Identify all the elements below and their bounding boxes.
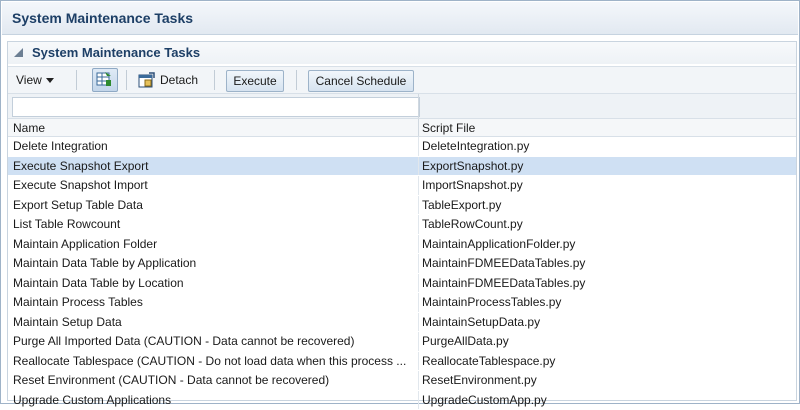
freeze-columns-icon [96,71,112,87]
view-menu-label: View [16,73,42,87]
task-name-cell: Reset Environment (CAUTION - Data cannot… [13,373,413,387]
tasks-panel: System Maintenance Tasks View [7,41,797,401]
column-divider [418,196,419,215]
task-name-cell: Maintain Setup Data [13,315,413,329]
toolbar-divider [126,70,127,90]
task-name-cell: Reallocate Tablespace (CAUTION - Do not … [13,354,413,368]
task-name-cell: Maintain Data Table by Application [13,256,413,270]
table-row[interactable]: Reallocate Tablespace (CAUTION - Do not … [8,352,796,372]
title-bar: System Maintenance Tasks [2,2,798,35]
freeze-columns-button[interactable] [92,68,118,92]
column-divider [418,215,419,234]
column-divider [418,157,419,176]
table-body: Delete Integration DeleteIntegration.py Ex… [8,137,796,410]
column-header-script-file[interactable]: Script File [422,121,475,135]
filter-row [8,94,796,119]
column-divider [418,371,419,390]
table-row[interactable]: Delete Integration DeleteIntegration.py [8,137,796,157]
task-name-cell: Maintain Process Tables [13,295,413,309]
table-row[interactable]: Maintain Application Folder MaintainAppli… [8,235,796,255]
column-divider [418,137,419,156]
toolbar-divider [214,70,215,90]
task-name-cell: List Table Rowcount [13,217,413,231]
table-row[interactable]: Maintain Data Table by Location MaintainF… [8,274,796,294]
script-file-cell: UpgradeCustomApp.py [422,393,792,407]
task-name-cell: Purge All Imported Data (CAUTION - Data … [13,334,413,348]
page-title: System Maintenance Tasks [12,10,193,26]
column-divider [418,274,419,293]
detach-icon [138,72,155,88]
column-divider [418,332,419,351]
column-divider [418,352,419,371]
table-row[interactable]: Upgrade Custom Applications UpgradeCustom… [8,391,796,410]
script-file-cell: TableRowCount.py [422,217,792,231]
column-divider [418,119,419,136]
column-divider [418,94,419,118]
column-divider [418,293,419,312]
column-divider [418,391,419,410]
column-divider [418,254,419,273]
script-file-cell: PurgeAllData.py [422,334,792,348]
column-header-name[interactable]: Name [13,121,45,135]
script-file-cell: ResetEnvironment.py [422,373,792,387]
panel-title: System Maintenance Tasks [32,45,200,60]
script-file-cell: ImportSnapshot.py [422,178,792,192]
column-divider [418,176,419,195]
execute-button[interactable]: Execute [226,70,284,92]
table-row[interactable]: Reset Environment (CAUTION - Data cannot… [8,371,796,391]
table-header: Name Script File [8,119,796,137]
view-menu-button[interactable]: View [16,70,66,90]
task-name-cell: Export Setup Table Data [13,198,413,212]
table-row[interactable]: List Table Rowcount TableRowCount.py [8,215,796,235]
toolbar-divider [296,70,297,90]
column-divider [418,313,419,332]
table-row[interactable]: Maintain Process Tables MaintainProcessTa… [8,293,796,313]
task-name-cell: Execute Snapshot Import [13,178,413,192]
detach-label: Detach [160,70,198,90]
table-row[interactable]: Execute Snapshot Import ImportSnapshot.py [8,176,796,196]
window-frame: System Maintenance Tasks System Maintena… [0,0,800,404]
script-file-cell: MaintainFDMEEDataTables.py [422,276,792,290]
toolbar: View [8,66,796,94]
toolbar-divider [76,70,77,90]
task-name-cell: Upgrade Custom Applications [13,393,413,407]
panel-header: System Maintenance Tasks [8,42,796,64]
task-name-cell: Execute Snapshot Export [13,159,413,173]
script-file-cell: ReallocateTablespace.py [422,354,792,368]
script-file-cell: MaintainSetupData.py [422,315,792,329]
script-file-cell: DeleteIntegration.py [422,139,792,153]
column-divider [418,235,419,254]
script-file-cell: MaintainApplicationFolder.py [422,237,792,251]
tasks-table: Name Script File Delete IntegrationDelet… [8,119,796,410]
table-row[interactable]: Export Setup Table Data TableExport.py [8,196,796,216]
cancel-schedule-button[interactable]: Cancel Schedule [308,70,414,92]
table-row[interactable]: Execute Snapshot Export ExportSnapshot.py [8,157,796,177]
script-file-cell: ExportSnapshot.py [422,159,792,173]
task-name-cell: Maintain Data Table by Location [13,276,413,290]
script-file-cell: TableExport.py [422,198,792,212]
collapse-triangle-icon[interactable] [14,48,23,57]
table-row[interactable]: Maintain Data Table by Application Mainta… [8,254,796,274]
table-row[interactable]: Purge All Imported Data (CAUTION - Data … [8,332,796,352]
task-name-cell: Delete Integration [13,139,413,153]
script-file-cell: MaintainProcessTables.py [422,295,792,309]
task-name-cell: Maintain Application Folder [13,237,413,251]
table-row[interactable]: Maintain Setup Data MaintainSetupData.py [8,313,796,333]
script-file-cell: MaintainFDMEEDataTables.py [422,256,792,270]
name-filter-input[interactable] [12,97,420,117]
chevron-down-icon [46,78,54,83]
